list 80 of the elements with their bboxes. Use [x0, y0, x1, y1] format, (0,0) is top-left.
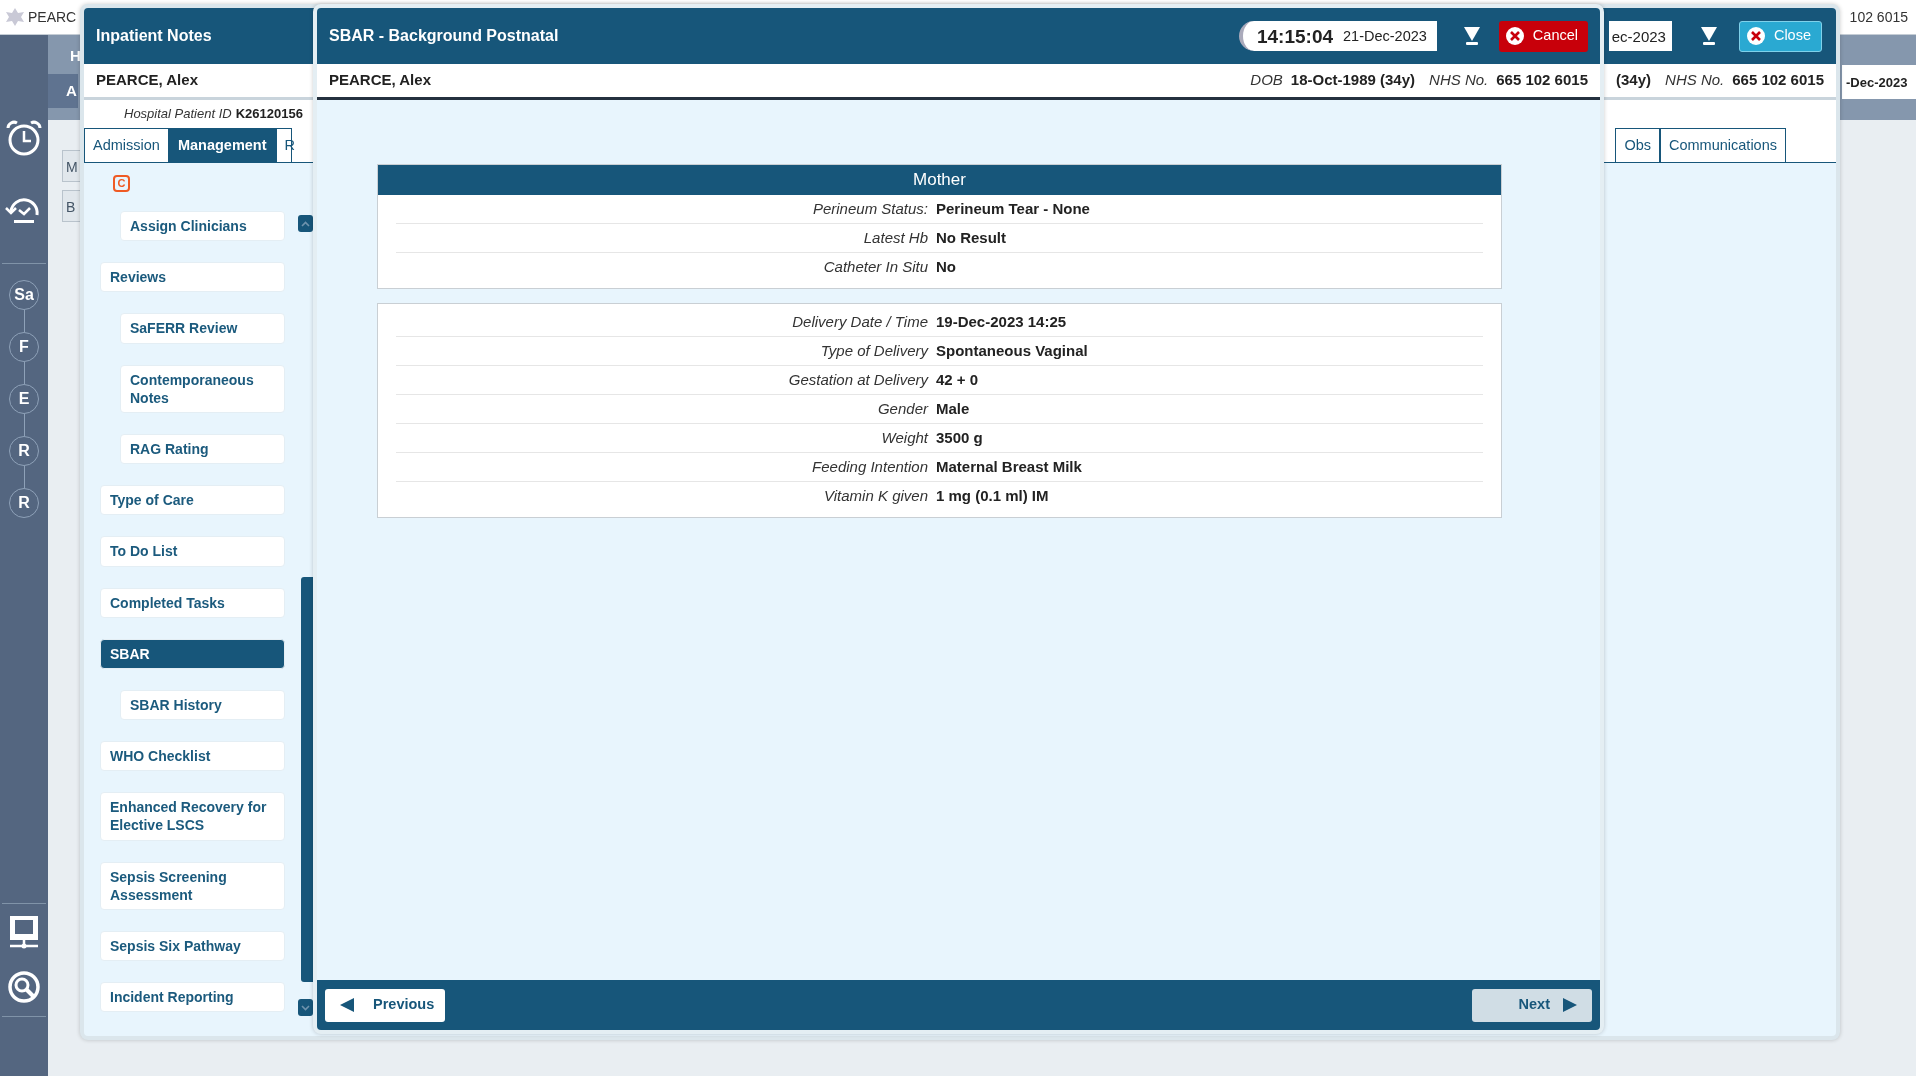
- right-triangle-icon: [1562, 997, 1578, 1013]
- tab[interactable]: Obs: [1615, 128, 1660, 162]
- nav-item[interactable]: SaFERR Review: [120, 313, 285, 344]
- field-value: Spontaneous Vaginal: [936, 340, 1088, 361]
- side-button[interactable]: B: [62, 190, 80, 222]
- field-label: Latest Hb: [862, 227, 929, 248]
- scroll-up-button[interactable]: [298, 215, 313, 232]
- nav-item[interactable]: Reviews: [100, 262, 285, 293]
- field-label: Type of Delivery: [819, 340, 930, 361]
- down-icon: [301, 1004, 310, 1011]
- field-label: Gestation at Delivery: [787, 369, 930, 390]
- nav-item[interactable]: SBAR History: [120, 689, 285, 721]
- window-title: SBAR - Background Postnatal: [329, 26, 559, 46]
- field-label: Gender: [876, 398, 930, 419]
- scroll-down-button[interactable]: [298, 999, 313, 1016]
- dob-label: DOB: [1250, 70, 1283, 91]
- field-value: Male: [936, 398, 970, 419]
- side-button[interactable]: M: [62, 150, 80, 182]
- close-icon: [1745, 26, 1766, 46]
- cancel-button[interactable]: Cancel: [1498, 20, 1588, 52]
- nhs-label: NHS No.: [1429, 70, 1489, 91]
- field-value: No: [936, 257, 956, 278]
- patient-name: PEARCE, Alex: [329, 70, 431, 91]
- field-label: Weight: [880, 427, 930, 448]
- nav-item[interactable]: RAG Rating: [120, 433, 285, 465]
- nav-item[interactable]: Sepsis Six Pathway: [100, 931, 285, 962]
- nav-item[interactable]: Incident Reporting: [100, 982, 285, 1013]
- date-text: -Dec-2023: [1842, 65, 1916, 99]
- field-value: Maternal Breast Milk: [936, 456, 1082, 477]
- dob-value: 18-Oct-1989 (34y): [1290, 70, 1416, 91]
- field-label: Delivery Date / Time: [791, 311, 929, 332]
- filter-icon[interactable]: [1462, 26, 1481, 46]
- tab[interactable]: Management: [168, 128, 276, 162]
- next-button[interactable]: Next: [1472, 988, 1592, 1022]
- previous-button[interactable]: Previous: [325, 988, 445, 1022]
- nav-item[interactable]: To Do List: [100, 536, 285, 567]
- nav-item[interactable]: Enhanced Recovery for Elective LSCS: [100, 792, 285, 841]
- tab[interactable]: Admission: [84, 128, 169, 162]
- scrollbar-thumb[interactable]: [301, 577, 313, 982]
- logo-icon: [4, 6, 26, 28]
- nav-item[interactable]: Completed Tasks: [100, 587, 285, 618]
- field-label: Vitamin K given: [823, 486, 929, 507]
- date-field[interactable]: ec-2023: [1608, 21, 1672, 51]
- field-label: Feeding Intention: [811, 456, 929, 477]
- tab[interactable]: Communications: [1660, 128, 1786, 162]
- alarm-clock-icon[interactable]: [5, 119, 43, 157]
- nhs-value: 665 102 6015: [1496, 70, 1588, 91]
- nav-item[interactable]: Contemporaneous Notes: [120, 364, 285, 413]
- monitor-network-icon[interactable]: [8, 914, 40, 950]
- nhs-number: 102 6015: [1849, 7, 1908, 27]
- section-header: Mother: [378, 165, 1501, 195]
- nhs-label: NHS No.: [1665, 70, 1725, 91]
- field-value: 1 mg (0.1 ml) IM: [936, 486, 1049, 507]
- field-value: 19-Dec-2023 14:25: [936, 311, 1067, 332]
- search-icon[interactable]: [7, 970, 41, 1004]
- nav-item[interactable]: Assign Clinicians: [120, 211, 285, 242]
- patient-id: K26120156: [235, 105, 303, 124]
- patient-id-label: Hospital Patient ID: [124, 105, 232, 124]
- field-value: Perineum Tear - None: [936, 198, 1090, 219]
- nav-item[interactable]: WHO Checklist: [100, 741, 285, 772]
- nhs-value: 665 102 6015: [1732, 70, 1824, 91]
- filter-icon[interactable]: [1699, 26, 1718, 46]
- field-label: Perineum Status:: [811, 198, 929, 219]
- date-time-field[interactable]: 14:15:04 21-Dec-2023: [1238, 21, 1437, 51]
- nav-item[interactable]: Sepsis Screening Assessment: [100, 861, 285, 910]
- header-text: H: [70, 46, 81, 66]
- window-title: Inpatient Notes: [96, 26, 212, 46]
- up-icon: [301, 220, 310, 227]
- field-value: 3500 g: [936, 427, 983, 448]
- patient-name: PEARCE, Alex: [96, 70, 198, 91]
- app-title: PEARC: [28, 7, 77, 27]
- field-value: 42 + 0: [936, 369, 979, 390]
- left-triangle-icon: [339, 997, 355, 1013]
- dob-value: (34y): [1616, 70, 1652, 91]
- nav-item[interactable]: Type of Care: [100, 485, 285, 516]
- header-tab[interactable]: A: [48, 73, 78, 108]
- field-label: Catheter In Situ: [822, 257, 929, 278]
- nav-item[interactable]: SBAR: [100, 638, 285, 669]
- field-value: No Result: [936, 227, 1006, 248]
- close-icon: [1504, 26, 1525, 46]
